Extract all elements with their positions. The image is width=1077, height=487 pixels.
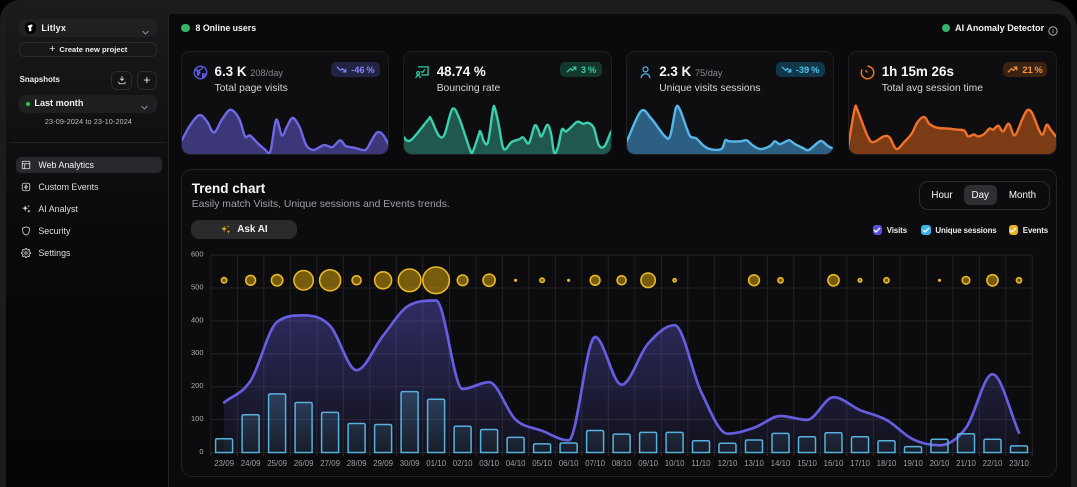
svg-text:05/10: 05/10	[532, 459, 552, 468]
svg-text:23/09: 23/09	[214, 459, 234, 468]
svg-text:29/09: 29/09	[373, 459, 393, 468]
svg-text:26/09: 26/09	[294, 459, 314, 468]
svg-text:23/10: 23/10	[1009, 459, 1029, 468]
svg-text:28/09: 28/09	[347, 459, 367, 468]
svg-text:500: 500	[191, 282, 204, 291]
svg-text:0: 0	[199, 447, 203, 456]
svg-text:600: 600	[191, 250, 204, 259]
svg-text:20/10: 20/10	[930, 459, 950, 468]
svg-text:21/10: 21/10	[956, 459, 976, 468]
svg-text:18/10: 18/10	[877, 459, 897, 468]
svg-text:100: 100	[191, 414, 204, 423]
svg-text:200: 200	[191, 381, 204, 390]
svg-text:08/10: 08/10	[612, 459, 632, 468]
svg-text:11/10: 11/10	[691, 459, 711, 468]
svg-text:25/09: 25/09	[267, 459, 287, 468]
svg-text:24/09: 24/09	[241, 459, 261, 468]
svg-text:27/09: 27/09	[320, 459, 340, 468]
svg-text:22/10: 22/10	[983, 459, 1003, 468]
svg-text:19/10: 19/10	[903, 459, 923, 468]
svg-text:04/10: 04/10	[506, 459, 526, 468]
svg-text:09/10: 09/10	[638, 459, 658, 468]
svg-text:02/10: 02/10	[453, 459, 473, 468]
svg-text:07/10: 07/10	[585, 459, 605, 468]
svg-text:30/09: 30/09	[400, 459, 420, 468]
svg-text:16/10: 16/10	[824, 459, 844, 468]
svg-text:13/10: 13/10	[744, 459, 764, 468]
svg-text:15/10: 15/10	[797, 459, 817, 468]
svg-text:01/10: 01/10	[426, 459, 446, 468]
svg-text:12/10: 12/10	[718, 459, 738, 468]
svg-text:10/10: 10/10	[665, 459, 685, 468]
svg-text:06/10: 06/10	[559, 459, 579, 468]
svg-text:400: 400	[191, 315, 204, 324]
svg-text:300: 300	[191, 348, 204, 357]
svg-text:17/10: 17/10	[850, 459, 870, 468]
svg-text:14/10: 14/10	[771, 459, 791, 468]
svg-text:03/10: 03/10	[479, 459, 499, 468]
